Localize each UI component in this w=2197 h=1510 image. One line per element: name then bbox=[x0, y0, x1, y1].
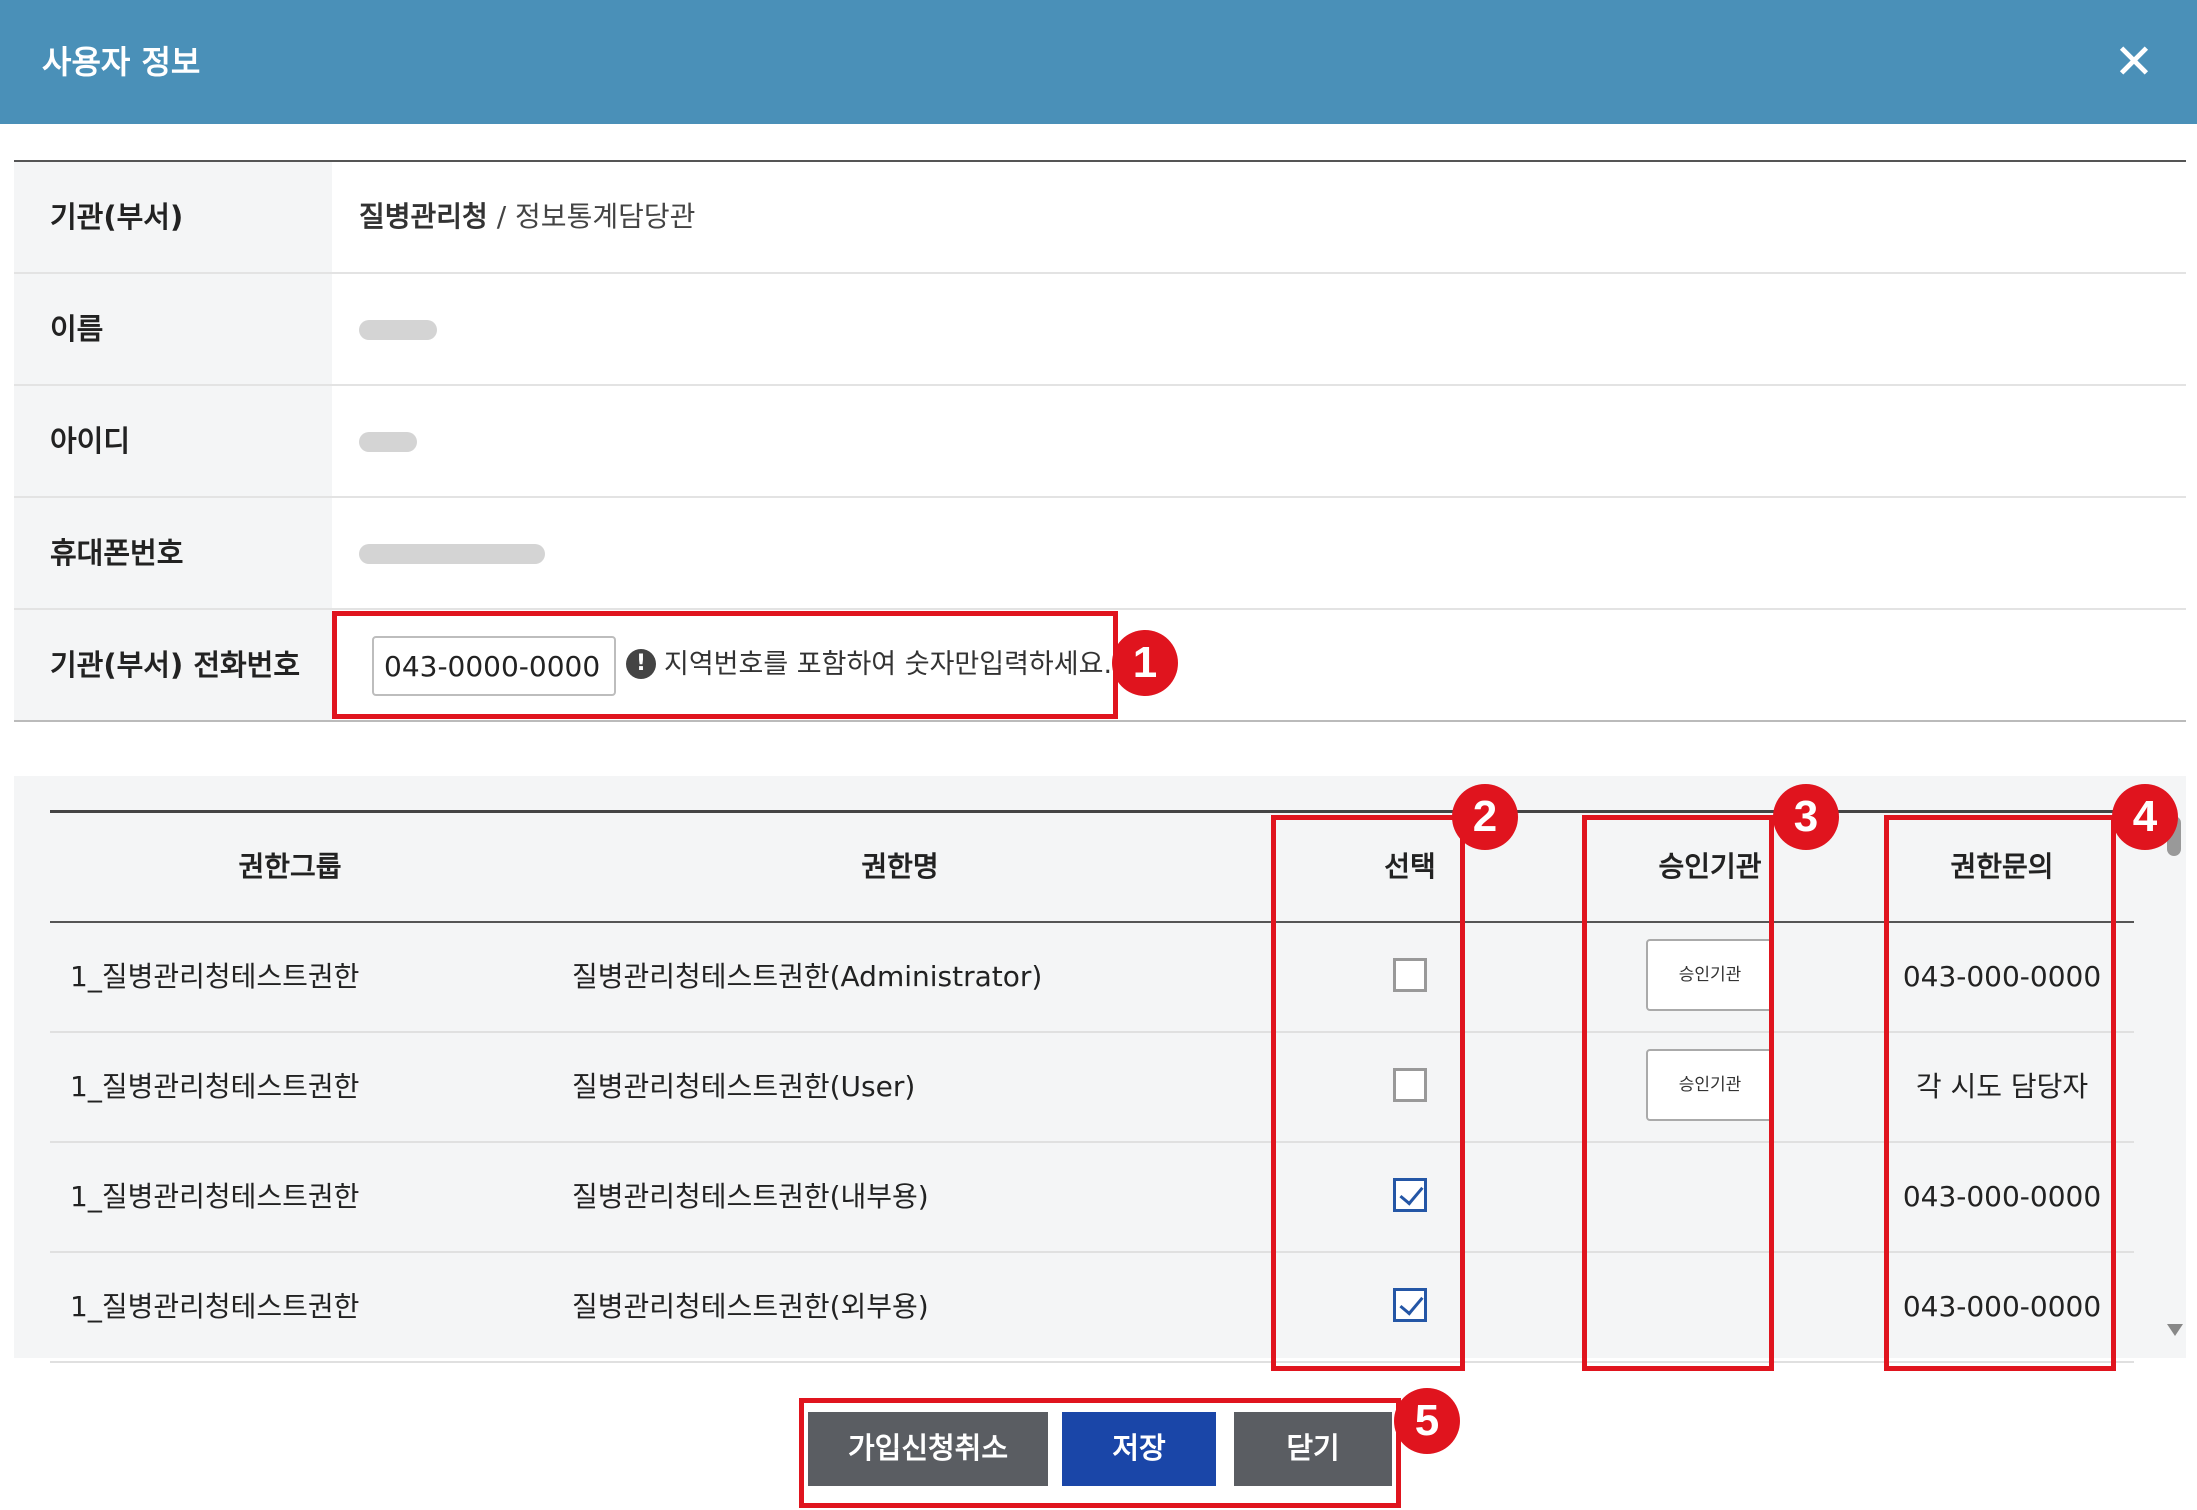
row-group: 1_질병관리청테스트권한 bbox=[70, 1180, 360, 1213]
row-group: 1_질병관리청테스트권한 bbox=[70, 1290, 360, 1323]
mobile-value-redacted bbox=[359, 498, 545, 608]
redacted-blur bbox=[359, 320, 437, 340]
close-icon[interactable]: ✕ bbox=[2104, 32, 2164, 92]
dept-name: 정보통계담당관 bbox=[515, 200, 696, 233]
user-info-table: 기관(부서) 질병관리청 / 정보통계담당관 이름 아이디 휴대폰번호 기관(부… bbox=[14, 160, 2186, 722]
approver-button[interactable]: 승인기관 bbox=[1646, 939, 1774, 1011]
row-name: 질병관리청테스트권한(Administrator) bbox=[572, 960, 1043, 993]
row-approver-cell: 승인기관 bbox=[1550, 1033, 1870, 1141]
row-inquiry: 각 시도 담당자 bbox=[1915, 1070, 2089, 1103]
row-inquiry: 043-000-0000 bbox=[1902, 1290, 2102, 1323]
row-name: 질병관리청테스트권한(외부용) bbox=[572, 1290, 929, 1323]
row-approver-cell: 승인기관 bbox=[1550, 923, 1870, 1031]
phone-label: 기관(부서) 전화번호 bbox=[14, 610, 332, 720]
org-name: 질병관리청 bbox=[359, 200, 488, 233]
warning-icon: ! bbox=[626, 648, 656, 679]
table-row: 1_질병관리청테스트권한 질병관리청테스트권한(내부용) 043-000-0000 bbox=[50, 1143, 2134, 1253]
dialog-header: 사용자 정보 ✕ bbox=[0, 0, 2197, 124]
annotation-badge-5: 5 bbox=[1394, 1388, 1460, 1454]
phone-input[interactable] bbox=[372, 636, 616, 696]
select-checkbox[interactable] bbox=[1393, 1178, 1427, 1212]
select-checkbox[interactable] bbox=[1393, 1288, 1427, 1322]
table-row: 1_질병관리청테스트권한 질병관리청테스트권한(외부용) 043-000-0000 bbox=[50, 1253, 2134, 1363]
row-group: 1_질병관리청테스트권한 bbox=[70, 1070, 360, 1103]
permission-panel: 권한그룹 권한명 선택 승인기관 권한문의 1_질병관리청테스트권한 질병관리청테… bbox=[14, 776, 2186, 1363]
info-row-name: 이름 bbox=[14, 274, 2186, 386]
info-row-phone: 기관(부서) 전화번호 ! 지역번호를 포함하여 숫자만입력하세요. bbox=[14, 610, 2186, 722]
annotation-badge-4: 4 bbox=[2112, 784, 2178, 850]
cancel-signup-button[interactable]: 가입신청취소 bbox=[808, 1412, 1048, 1486]
table-body: 1_질병관리청테스트권한 질병관리청테스트권한(Administrator) 승인기… bbox=[50, 923, 2134, 1363]
table-row: 1_질병관리청테스트권한 질병관리청테스트권한(User) 승인기관 각 시도 담당자 bbox=[50, 1033, 2134, 1143]
org-label: 기관(부서) bbox=[14, 162, 332, 272]
row-inquiry: 043-000-0000 bbox=[1902, 1180, 2102, 1213]
row-select-cell bbox=[1270, 923, 1550, 1031]
annotation-badge-1: 1 bbox=[1112, 630, 1178, 696]
header-inquiry: 권한문의 bbox=[1950, 850, 2054, 883]
info-row-org: 기관(부서) 질병관리청 / 정보통계담당관 bbox=[14, 162, 2186, 274]
close-button[interactable]: 닫기 bbox=[1234, 1412, 1392, 1486]
redacted-blur bbox=[359, 432, 417, 452]
footer-buttons: 가입신청취소 저장 닫기 bbox=[808, 1412, 1392, 1486]
row-approver-cell bbox=[1550, 1143, 1870, 1251]
header-group: 권한그룹 bbox=[238, 850, 342, 883]
header-name: 권한명 bbox=[861, 850, 939, 883]
redacted-blur bbox=[359, 544, 545, 564]
dialog-title: 사용자 정보 bbox=[42, 43, 201, 81]
phone-hint-text: 지역번호를 포함하여 숫자만입력하세요. bbox=[664, 649, 1113, 680]
row-select-cell bbox=[1270, 1143, 1550, 1251]
row-inquiry: 043-000-0000 bbox=[1902, 960, 2102, 993]
id-label: 아이디 bbox=[14, 386, 332, 496]
row-name: 질병관리청테스트권한(내부용) bbox=[572, 1180, 929, 1213]
org-separator: / bbox=[487, 200, 516, 233]
mobile-label: 휴대폰번호 bbox=[14, 498, 332, 608]
name-label: 이름 bbox=[14, 274, 332, 384]
permission-table: 권한그룹 권한명 선택 승인기관 권한문의 1_질병관리청테스트권한 질병관리청테… bbox=[50, 810, 2134, 1363]
row-select-cell bbox=[1270, 1253, 1550, 1361]
annotation-badge-3: 3 bbox=[1773, 784, 1839, 850]
phone-hint: ! 지역번호를 포함하여 숫자만입력하세요. bbox=[626, 610, 1112, 720]
annotation-badge-2: 2 bbox=[1452, 784, 1518, 850]
save-button[interactable]: 저장 bbox=[1062, 1412, 1216, 1486]
name-value-redacted bbox=[359, 274, 437, 384]
info-row-mobile: 휴대폰번호 bbox=[14, 498, 2186, 610]
org-value: 질병관리청 / 정보통계담당관 bbox=[359, 162, 695, 272]
scroll-down-arrow-icon[interactable] bbox=[2167, 1324, 2183, 1336]
info-row-id: 아이디 bbox=[14, 386, 2186, 498]
approver-button[interactable]: 승인기관 bbox=[1646, 1049, 1774, 1121]
row-approver-cell bbox=[1550, 1253, 1870, 1361]
row-select-cell bbox=[1270, 1033, 1550, 1141]
row-name: 질병관리청테스트권한(User) bbox=[572, 1070, 916, 1103]
id-value-redacted bbox=[359, 386, 417, 496]
table-row: 1_질병관리청테스트권한 질병관리청테스트권한(Administrator) 승인기… bbox=[50, 923, 2134, 1033]
select-checkbox[interactable] bbox=[1393, 1068, 1427, 1102]
select-checkbox[interactable] bbox=[1393, 958, 1427, 992]
row-group: 1_질병관리청테스트권한 bbox=[70, 960, 360, 993]
